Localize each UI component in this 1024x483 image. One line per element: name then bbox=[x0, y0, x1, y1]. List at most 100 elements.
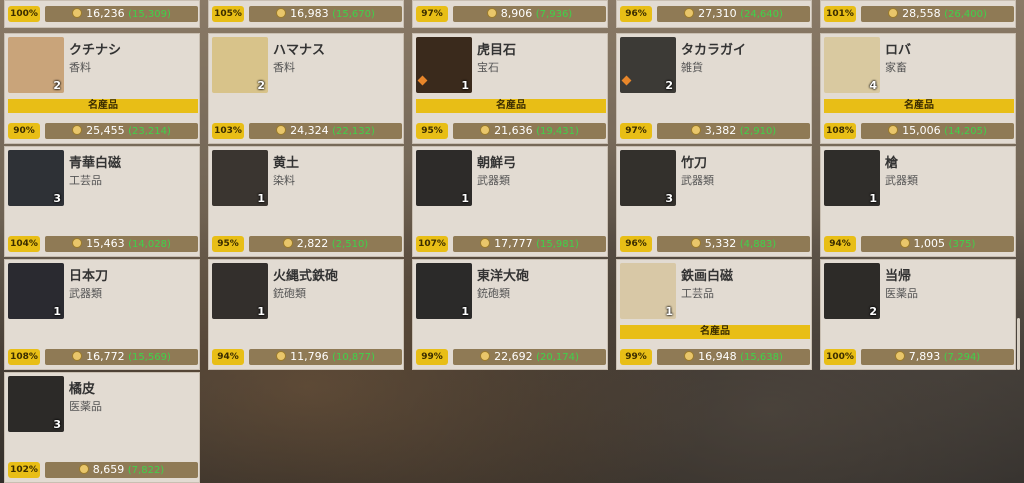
stock-count: 3 bbox=[665, 192, 673, 205]
stock-count: 2 bbox=[53, 79, 61, 92]
price-bar: 2,822 (2,510) bbox=[249, 236, 402, 252]
price-bar: 16,236 (15,309) bbox=[45, 6, 198, 22]
price-bar: 8,906 (7,936) bbox=[453, 6, 606, 22]
goods-card[interactable]: 1 鉄画白磁 工芸品 名産品 99% 16,948 (15,638) bbox=[616, 259, 812, 370]
goods-card[interactable]: 2 クチナシ 香料 名産品 90% 25,455 (23,214) bbox=[4, 33, 200, 144]
goods-card[interactable]: 2 タカラガイ 雑貨 97% 3,382 (2,910) bbox=[616, 33, 812, 144]
goods-card[interactable]: 3 青華白磁 工芸品 104% 15,463 (14,028) bbox=[4, 146, 200, 257]
coin-icon bbox=[690, 125, 701, 135]
goods-category: 銃砲類 bbox=[273, 287, 306, 300]
price-bar: 15,006 (14,205) bbox=[861, 123, 1014, 139]
goods-card[interactable]: 2 当帰 医薬品 100% 7,893 (7,294) bbox=[820, 259, 1016, 370]
goods-category: 雑貨 bbox=[681, 61, 703, 74]
goods-card[interactable]: 1 火縄式鉄砲 銃砲類 94% 11,796 (10,877) bbox=[208, 259, 404, 370]
price-percent: 108% bbox=[8, 349, 40, 365]
base-price: (7,294) bbox=[943, 352, 981, 363]
price-percent: 97% bbox=[416, 6, 448, 22]
price-bar: 28,558 (26,400) bbox=[861, 6, 1014, 22]
price-bar: 25,455 (23,214) bbox=[45, 123, 198, 139]
price-bar: 17,777 (15,981) bbox=[453, 236, 606, 252]
goods-name: クチナシ bbox=[69, 43, 122, 58]
scrollbar[interactable] bbox=[1017, 318, 1020, 370]
current-price: 1,005 bbox=[913, 237, 946, 250]
current-price: 5,332 bbox=[704, 237, 737, 250]
coin-icon bbox=[276, 8, 287, 18]
price-bar: 21,636 (19,431) bbox=[453, 123, 606, 139]
current-price: 11,796 bbox=[290, 350, 329, 363]
goods-name: 当帰 bbox=[885, 269, 912, 284]
goods-category: 武器類 bbox=[477, 174, 510, 187]
stock-count: 1 bbox=[461, 305, 469, 318]
goods-card[interactable]: 1 朝鮮弓 武器類 107% 17,777 (15,981) bbox=[412, 146, 608, 257]
goods-card[interactable]: 1 日本刀 武器類 108% 16,772 (15,569) bbox=[4, 259, 200, 370]
current-price: 22,692 bbox=[494, 350, 533, 363]
coin-icon bbox=[894, 351, 905, 361]
base-price: (15,638) bbox=[740, 352, 783, 363]
spear-icon: 1 bbox=[824, 150, 880, 206]
goods-card[interactable]: 1 黄土 染料 95% 2,822 (2,510) bbox=[208, 146, 404, 257]
stock-count: 1 bbox=[461, 79, 469, 92]
price-percent: 90% bbox=[8, 123, 40, 139]
angelica-root-icon: 2 bbox=[824, 263, 880, 319]
goods-name: 朝鮮弓 bbox=[477, 156, 517, 171]
rarity-marker-icon bbox=[621, 75, 632, 86]
top-row-card[interactable]: 105% 16,983 (15,670) bbox=[208, 0, 404, 28]
price-bar: 5,332 (4,883) bbox=[657, 236, 810, 252]
top-row-card[interactable]: 101% 28,558 (26,400) bbox=[820, 0, 1016, 28]
goods-card[interactable]: 1 槍 武器類 94% 1,005 (375) bbox=[820, 146, 1016, 257]
goods-card[interactable]: 3 竹刀 武器類 96% 5,332 (4,883) bbox=[616, 146, 812, 257]
goods-category: 武器類 bbox=[885, 174, 918, 187]
stock-count: 1 bbox=[461, 192, 469, 205]
current-price: 16,983 bbox=[290, 7, 329, 20]
trade-goods-grid: 100% 16,236 (15,309) 105% 16,983 (15,670… bbox=[4, 0, 1016, 483]
price-percent: 97% bbox=[620, 123, 652, 139]
base-price: (26,400) bbox=[944, 9, 987, 20]
current-price: 28,558 bbox=[902, 7, 941, 20]
goods-category: 銃砲類 bbox=[477, 287, 510, 300]
current-price: 16,772 bbox=[86, 350, 125, 363]
top-row-card[interactable]: 100% 16,236 (15,309) bbox=[4, 0, 200, 28]
goods-name: 鉄画白磁 bbox=[681, 269, 734, 284]
goods-name: 日本刀 bbox=[69, 269, 109, 284]
base-price: (19,431) bbox=[536, 126, 579, 137]
cannon-icon: 1 bbox=[416, 263, 472, 319]
price-percent: 102% bbox=[8, 462, 40, 478]
goods-card[interactable]: 3 橘皮 医薬品 102% 8,659 (7,822) bbox=[4, 372, 200, 483]
price-bar: 7,893 (7,294) bbox=[861, 349, 1014, 365]
specialty-badge: 名産品 bbox=[824, 99, 1014, 113]
price-bar: 22,692 (20,174) bbox=[453, 349, 606, 365]
goods-name: ハマナス bbox=[273, 43, 326, 58]
base-price: (14,028) bbox=[128, 239, 171, 250]
price-bar: 3,382 (2,910) bbox=[657, 123, 810, 139]
top-row-card[interactable]: 97% 8,906 (7,936) bbox=[412, 0, 608, 28]
goods-card[interactable]: 1 東洋大砲 銃砲類 99% 22,692 (20,174) bbox=[412, 259, 608, 370]
current-price: 15,463 bbox=[86, 237, 125, 250]
base-price: (24,640) bbox=[740, 9, 783, 20]
porcelain-vase-icon: 3 bbox=[8, 150, 64, 206]
price-percent: 95% bbox=[212, 236, 244, 252]
rose-icon: 2 bbox=[212, 37, 268, 93]
coin-icon bbox=[480, 351, 491, 361]
price-percent: 105% bbox=[212, 6, 244, 22]
stock-count: 1 bbox=[665, 305, 673, 318]
goods-card[interactable]: 1 虎目石 宝石 名産品 95% 21,636 (19,431) bbox=[412, 33, 608, 144]
price-percent: 104% bbox=[8, 236, 40, 252]
price-percent: 99% bbox=[620, 349, 652, 365]
coin-icon bbox=[480, 125, 491, 135]
goods-card[interactable]: 4 ロバ 家畜 名産品 108% 15,006 (14,205) bbox=[820, 33, 1016, 144]
coin-icon bbox=[282, 238, 293, 248]
price-percent: 96% bbox=[620, 6, 652, 22]
price-bar: 27,310 (24,640) bbox=[657, 6, 810, 22]
top-row-card[interactable]: 96% 27,310 (24,640) bbox=[616, 0, 812, 28]
bamboo-sword-icon: 3 bbox=[620, 150, 676, 206]
base-price: (20,174) bbox=[536, 352, 579, 363]
price-bar: 1,005 (375) bbox=[861, 236, 1014, 252]
coin-icon bbox=[486, 8, 497, 18]
base-price: (2,510) bbox=[331, 239, 369, 250]
goods-card[interactable]: 2 ハマナス 香料 103% 24,324 (22,132) bbox=[208, 33, 404, 144]
citrus-peel-icon: 3 bbox=[8, 376, 64, 432]
goods-category: 宝石 bbox=[477, 61, 499, 74]
coin-icon bbox=[684, 8, 695, 18]
base-price: (375) bbox=[948, 239, 976, 250]
coin-icon bbox=[72, 238, 83, 248]
